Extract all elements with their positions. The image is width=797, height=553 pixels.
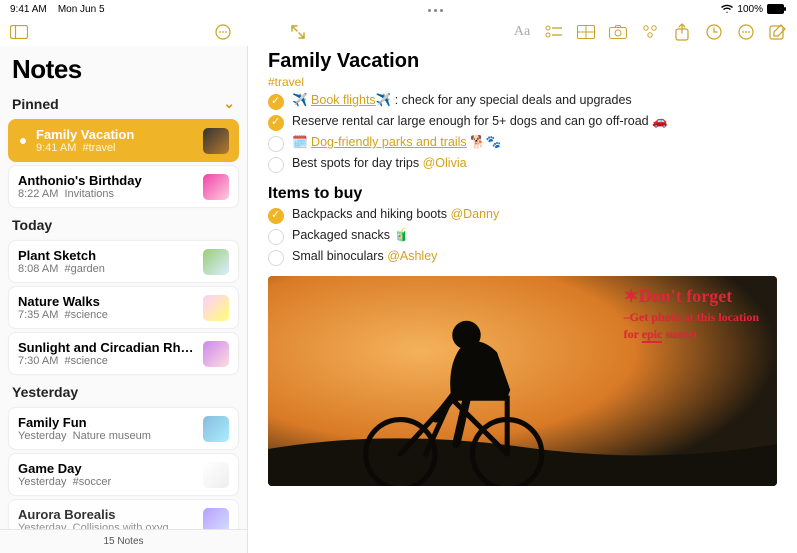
note-thumb [203, 128, 229, 154]
table-icon[interactable] [577, 23, 595, 41]
note-tag[interactable]: #travel [268, 75, 777, 89]
status-time: 9:41 AM [10, 4, 47, 15]
text-format-icon[interactable]: Aa [513, 23, 531, 41]
pin-icon [18, 136, 28, 146]
status-time-date: 9:41 AM Mon Jun 5 [10, 4, 105, 15]
more-editor-icon[interactable] [737, 23, 755, 41]
note-row[interactable]: Family FunYesterday Nature museum [8, 407, 239, 450]
note-thumb [203, 174, 229, 200]
note-row-family-vacation[interactable]: Family Vacation 9:41 AM #travel [8, 119, 239, 162]
sidebar-toggle-icon[interactable] [10, 23, 28, 41]
checkbox-icon[interactable] [268, 115, 284, 131]
note-thumb [203, 341, 229, 367]
section-label: Today [12, 217, 52, 233]
note-editor[interactable]: Family Vacation #travel ✈️ Book flights✈… [248, 46, 797, 553]
checkbox-icon[interactable] [268, 208, 284, 224]
lock-icon[interactable] [705, 23, 723, 41]
note-photo[interactable]: ✶Don't forget –Get photo at this locatio… [268, 276, 777, 486]
mention-ashley[interactable]: @Ashley [387, 249, 437, 263]
checklist-item[interactable]: Small binoculars @Ashley [268, 249, 777, 266]
mention-olivia[interactable]: @Olivia [423, 156, 467, 170]
note-title: Anthonio's Birthday [18, 173, 195, 188]
checklist-item[interactable]: Best spots for day trips @Olivia [268, 156, 777, 173]
compose-icon[interactable] [769, 23, 787, 41]
note-title: Family Vacation [36, 127, 195, 142]
expand-icon[interactable] [289, 23, 307, 41]
checkbox-icon[interactable] [268, 250, 284, 266]
checklist-item[interactable]: ✈️ Book flights✈️ : check for any specia… [268, 93, 777, 110]
checklist-icon[interactable] [545, 23, 563, 41]
section-label: Pinned [12, 96, 59, 112]
note-subheading[interactable]: Items to buy [268, 185, 777, 203]
section-yesterday-header[interactable]: Yesterday [0, 380, 247, 402]
checkbox-icon[interactable] [268, 157, 284, 173]
chevron-down-icon: ⌄ [223, 95, 235, 112]
note-thumb [203, 295, 229, 321]
note-thumb [203, 462, 229, 488]
handwriting-line2: –Get photo at this location [624, 311, 759, 325]
sidebar-title: Notes [0, 46, 247, 91]
checklist-item[interactable]: Backpacks and hiking boots @Danny [268, 207, 777, 224]
note-row[interactable]: Nature Walks7:35 AM #science [8, 286, 239, 329]
note-row[interactable]: Plant Sketch8:08 AM #garden [8, 240, 239, 283]
multitask-icon[interactable] [428, 9, 443, 12]
section-pinned-header[interactable]: Pinned ⌄ [0, 91, 247, 114]
checklist-item[interactable]: Packaged snacks 🧃 [268, 228, 777, 245]
markup-icon[interactable] [641, 23, 659, 41]
section-label: Yesterday [12, 384, 78, 400]
link-book-flights[interactable]: Book flights [311, 93, 376, 107]
share-icon[interactable] [673, 23, 691, 41]
handwriting-annotation: ✶Don't forget –Get photo at this locatio… [624, 286, 759, 342]
checkbox-icon[interactable] [268, 136, 284, 152]
link-dog-parks[interactable]: Dog-friendly parks and trails [311, 135, 467, 149]
checkbox-icon[interactable] [268, 229, 284, 245]
note-row[interactable]: Sunlight and Circadian Rhy...7:30 AM #sc… [8, 332, 239, 375]
note-thumb [203, 416, 229, 442]
mention-danny[interactable]: @Danny [450, 207, 499, 221]
battery-text: 100% [737, 4, 763, 15]
wifi-icon [721, 4, 733, 14]
status-right: 100% [721, 4, 787, 15]
status-bar: 9:41 AM Mon Jun 5 100% [0, 0, 797, 18]
checklist-item[interactable]: 🗓️ Dog-friendly parks and trails 🐕🐾 [268, 135, 777, 152]
battery-icon [767, 4, 787, 14]
note-heading[interactable]: Family Vacation [268, 50, 777, 73]
camera-icon[interactable] [609, 23, 627, 41]
editor-toolbar: Aa [513, 23, 787, 41]
section-today-header[interactable]: Today [0, 213, 247, 235]
toolbar: Aa [0, 18, 797, 46]
checkbox-icon[interactable] [268, 94, 284, 110]
handwriting-line1: ✶Don't forget [624, 286, 733, 306]
note-row-anthonios-birthday[interactable]: Anthonio's Birthday 8:22 AM Invitations [8, 165, 239, 208]
more-sidebar-icon[interactable] [214, 23, 232, 41]
note-thumb [203, 249, 229, 275]
sidebar-footer: 15 Notes [0, 529, 247, 553]
note-row[interactable]: Game DayYesterday #soccer [8, 453, 239, 496]
checklist-item[interactable]: Reserve rental car large enough for 5+ d… [268, 114, 777, 131]
sidebar: Notes Pinned ⌄ Family Vacation 9:41 AM #… [0, 46, 248, 553]
status-date: Mon Jun 5 [58, 4, 105, 15]
